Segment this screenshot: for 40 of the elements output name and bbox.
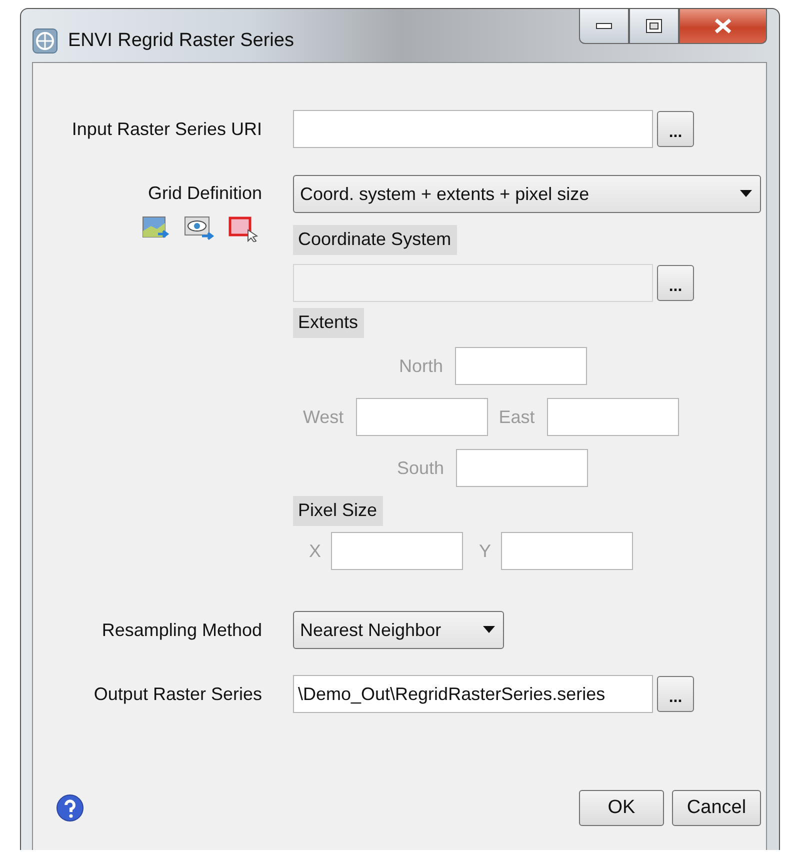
input-field[interactable] bbox=[293, 110, 653, 148]
close-icon bbox=[714, 18, 732, 34]
browse-button[interactable]: ... bbox=[657, 676, 694, 712]
close-button[interactable] bbox=[679, 9, 767, 44]
field-label: Grid Definition bbox=[148, 182, 262, 204]
maximize-button[interactable] bbox=[629, 9, 679, 44]
field-label: North bbox=[399, 356, 444, 376]
field-label: Output Raster Series bbox=[94, 684, 262, 704]
field-label: Resampling Method bbox=[102, 620, 262, 640]
section-heading: Pixel Size bbox=[293, 496, 384, 526]
maximize-icon bbox=[646, 19, 662, 33]
help-icon[interactable] bbox=[56, 794, 84, 822]
raster-import-icon[interactable] bbox=[142, 216, 170, 240]
caret-icon bbox=[740, 190, 752, 198]
caret-icon bbox=[483, 626, 495, 634]
field-label: X bbox=[309, 540, 322, 562]
window-title: ENVI Regrid Raster Series bbox=[68, 30, 294, 52]
field-label: South bbox=[397, 458, 444, 478]
ok-button[interactable]: OK bbox=[579, 790, 664, 826]
input-field[interactable] bbox=[546, 398, 679, 436]
resampling-dropdown[interactable]: Nearest Neighbor bbox=[293, 611, 504, 649]
rectangle-select-icon[interactable] bbox=[228, 216, 258, 242]
input-field[interactable] bbox=[455, 347, 588, 385]
display-eye-icon[interactable] bbox=[184, 216, 214, 240]
section-heading: Extents bbox=[293, 308, 364, 338]
input-field[interactable] bbox=[356, 398, 488, 436]
app-logo-icon bbox=[32, 28, 58, 54]
output-path-field[interactable]: \Demo_Out\RegridRasterSeries.series bbox=[293, 675, 653, 713]
section-heading: Coordinate System bbox=[293, 225, 458, 255]
field-label: West bbox=[303, 406, 344, 428]
browse-button[interactable]: ... bbox=[657, 111, 694, 147]
field-label: East bbox=[498, 406, 535, 428]
input-field[interactable] bbox=[501, 532, 634, 570]
input-field[interactable] bbox=[456, 449, 588, 487]
field-label: Y bbox=[479, 540, 492, 562]
cancel-button[interactable]: Cancel bbox=[672, 790, 761, 826]
field-label: Input Raster Series URI bbox=[72, 118, 262, 140]
minimize-icon bbox=[596, 23, 612, 29]
minimize-button[interactable] bbox=[579, 9, 629, 44]
input-field[interactable] bbox=[331, 532, 464, 570]
